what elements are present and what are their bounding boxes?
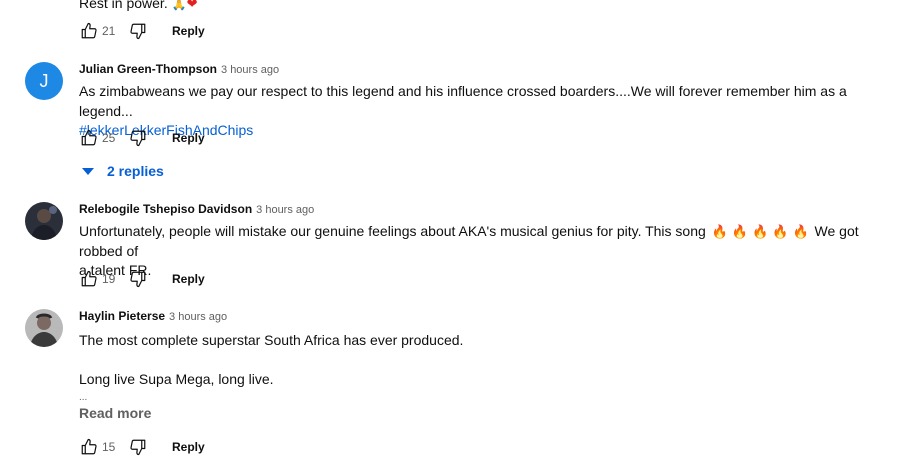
thumbs-up-icon[interactable] [79, 269, 99, 289]
comment-text: Rest in power. 🙏❤ [79, 0, 894, 15]
comment-header: Relebogile Tshepiso Davidson 3 hours ago [79, 202, 894, 218]
truncation-ellipsis: ... [79, 392, 88, 403]
reply-button[interactable]: Reply [172, 131, 205, 145]
thumbs-down-icon[interactable] [128, 21, 148, 41]
pray-emoji-icon: 🙏 [171, 0, 187, 11]
author-name[interactable]: Relebogile Tshepiso Davidson [79, 202, 252, 216]
avatar[interactable] [25, 309, 63, 347]
reply-button[interactable]: Reply [172, 440, 205, 454]
avatar[interactable]: J [25, 62, 63, 100]
comment-actions: 15 Reply [79, 437, 205, 457]
comment-line-1: The most complete superstar South Africa… [79, 332, 464, 348]
like-count: 15 [102, 440, 116, 454]
comment-actions: 19 Reply [79, 269, 205, 289]
avatar-letter: J [39, 70, 49, 91]
comment-text-content: As zimbabweans we pay our respect to thi… [79, 83, 847, 119]
fire-emoji-icon: 🔥 [711, 224, 728, 239]
thumbs-down-icon[interactable] [128, 437, 148, 457]
thumbs-down-icon[interactable] [128, 128, 148, 148]
like-count: 21 [102, 24, 116, 38]
fire-emoji-icon: 🔥 [772, 224, 789, 239]
reply-button[interactable]: Reply [172, 24, 205, 38]
timestamp[interactable]: 3 hours ago [221, 64, 279, 76]
comments-section: Rest in power. 🙏❤ 21 Reply J Julian Gree… [0, 0, 924, 462]
caret-down-icon [82, 167, 94, 175]
avatar[interactable] [25, 202, 63, 240]
replies-label: 2 replies [107, 163, 164, 179]
timestamp[interactable]: 3 hours ago [256, 204, 314, 216]
thumbs-up-icon[interactable] [79, 128, 99, 148]
comment-text: The most complete superstar South Africa… [79, 331, 894, 403]
reply-button[interactable]: Reply [172, 272, 205, 286]
comment-actions: 21 Reply [79, 21, 205, 41]
comment-actions: 25 Reply [79, 128, 205, 148]
heart-emoji-icon: ❤ [186, 0, 198, 11]
read-more-button[interactable]: Read more [79, 405, 894, 421]
thumbs-up-icon[interactable] [79, 21, 99, 41]
comment-line-2: Long live Supa Mega, long live. [79, 370, 274, 387]
timestamp[interactable]: 3 hours ago [169, 311, 227, 323]
thumbs-up-icon[interactable] [79, 437, 99, 457]
thumbs-down-icon[interactable] [128, 269, 148, 289]
like-count: 19 [102, 272, 116, 286]
comment-header: Haylin Pieterse 3 hours ago [79, 309, 894, 325]
comment-header: Julian Green-Thompson 3 hours ago [79, 62, 894, 78]
comment-text-part-a: Unfortunately, people will mistake our g… [79, 223, 706, 239]
comment-text-content: Rest in power. [79, 0, 168, 11]
fire-emoji-icon: 🔥 [731, 224, 749, 239]
fire-emoji-icon: 🔥 [792, 224, 809, 239]
author-name[interactable]: Julian Green-Thompson [79, 62, 217, 76]
fire-emoji-icon: 🔥 [752, 224, 769, 239]
author-name[interactable]: Haylin Pieterse [79, 309, 165, 323]
view-replies-button[interactable]: 2 replies [82, 162, 164, 180]
like-count: 25 [102, 131, 116, 145]
